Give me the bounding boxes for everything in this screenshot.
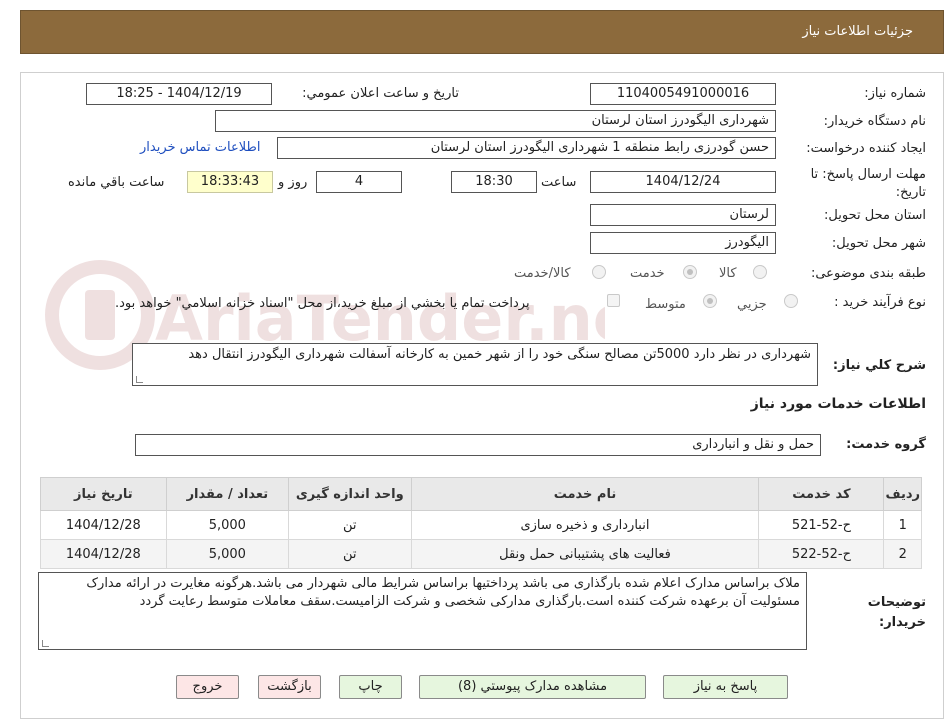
announce-label: تاريخ و ساعت اعلان عمومي:: [302, 86, 459, 101]
process-radio-medium[interactable]: [703, 294, 717, 308]
col-header-name: نام خدمت: [410, 477, 760, 511]
cell-qty: 5,000: [165, 539, 290, 569]
services-section-title: اطلاعات خدمات مورد نياز: [750, 396, 926, 412]
view-attachments-button[interactable]: مشاهده مدارک پيوستي (8): [419, 675, 646, 699]
col-header-unit: واحد اندازه گيری: [288, 477, 412, 511]
cell-code: ح-52-521: [758, 510, 885, 540]
announce-field: 1404/12/19 - 18:25: [86, 83, 272, 105]
col-header-index: رديف: [883, 477, 922, 511]
cell-unit: تن: [288, 510, 412, 540]
exit-button[interactable]: خروج: [176, 675, 239, 699]
table-row: 2 ح-52-522 فعالیت های پشتیبانی حمل ونقل …: [40, 539, 922, 569]
remaining-time-label: ساعت باقي مانده: [68, 175, 165, 190]
deadline-date-field: 1404/12/24: [590, 171, 776, 193]
province-label: استان محل تحويل:: [824, 208, 926, 223]
city-label: شهر محل تحويل:: [831, 236, 926, 251]
services-table: رديف كد خدمت نام خدمت واحد اندازه گيری ت…: [40, 477, 922, 569]
description-textarea[interactable]: شهرداری در نظر دارد 5000تن مصالح سنگی خو…: [132, 343, 818, 386]
table-row: 1 ح-52-521 انبارداری و ذخیره سازی تن 5,0…: [40, 510, 922, 540]
buyer-notes-label: توضيحات خريدار:: [867, 595, 926, 630]
cell-qty: 5,000: [165, 510, 290, 540]
page-title: جزئيات اطلاعات نياز: [802, 24, 913, 39]
cell-date: 1404/12/28: [40, 510, 167, 540]
category-radio-goods-service[interactable]: [592, 265, 606, 279]
reply-button[interactable]: پاسخ به نياز: [663, 675, 788, 699]
remaining-time-field: 18:33:43: [187, 171, 273, 193]
resize-grip-icon[interactable]: [42, 640, 49, 647]
print-button[interactable]: چاپ: [339, 675, 402, 699]
category-option-service: خدمت: [630, 266, 665, 281]
requester-field: حسن گودرزی رابط منطقه 1 شهرداری الیگودرز…: [277, 137, 776, 159]
need-number-label: شماره نياز:: [864, 86, 926, 101]
deadline-time-label: ساعت: [541, 175, 577, 190]
resize-grip-icon[interactable]: [136, 376, 143, 383]
province-field: لرستان: [590, 204, 776, 226]
process-option-medium: متوسط: [645, 297, 686, 312]
cell-code: ح-52-522: [758, 539, 885, 569]
days-label: روز و: [278, 175, 308, 190]
service-group-label: گروه خدمت:: [846, 437, 926, 452]
col-header-date: تاريخ نياز: [40, 477, 167, 511]
buyer-notes-text: ملاک براساس مدارک اعلام شده بارگذاری می …: [86, 576, 800, 609]
cell-index: 2: [883, 539, 922, 569]
table-header-row: رديف كد خدمت نام خدمت واحد اندازه گيری ت…: [40, 477, 922, 511]
description-text: شهرداری در نظر دارد 5000تن مصالح سنگی خو…: [188, 347, 811, 362]
need-number-field: 1104005491000016: [590, 83, 776, 105]
cell-unit: تن: [288, 539, 412, 569]
deadline-time-field: 18:30: [451, 171, 537, 193]
cell-name: انبارداری و ذخیره سازی: [410, 510, 760, 540]
col-header-code: كد خدمت: [758, 477, 885, 511]
buyer-org-field: شهرداری الیگودرز استان لرستان: [215, 110, 776, 132]
deadline-label: مهلت ارسال پاسخ: تا تاريخ:: [810, 167, 926, 200]
process-label: نوع فرآيند خريد :: [834, 295, 926, 310]
description-label: شرح كلي نياز:: [832, 358, 926, 373]
payment-checkbox[interactable]: [607, 294, 620, 307]
cell-date: 1404/12/28: [40, 539, 167, 569]
buyer-contact-link[interactable]: اطلاعات تماس خريدار: [140, 140, 260, 155]
category-option-goods-service: كالا/خدمت: [514, 266, 571, 281]
process-option-minor: جزيي: [737, 297, 767, 312]
cell-name: فعالیت های پشتیبانی حمل ونقل: [410, 539, 760, 569]
requester-label: ايجاد كننده درخواست:: [806, 141, 926, 156]
payment-note: پرداخت تمام يا بخشي از مبلغ خريد،از محل …: [115, 296, 530, 311]
back-button[interactable]: بازگشت: [258, 675, 321, 699]
city-field: الیگودرز: [590, 232, 776, 254]
process-radio-minor[interactable]: [784, 294, 798, 308]
category-radio-service[interactable]: [683, 265, 697, 279]
cell-index: 1: [883, 510, 922, 540]
remaining-days-field: 4: [316, 171, 402, 193]
category-option-goods: كالا: [719, 266, 737, 281]
page-header: جزئيات اطلاعات نياز: [20, 10, 944, 54]
service-group-field: حمل و نقل و انبارداری: [135, 434, 821, 456]
col-header-qty: تعداد / مقدار: [165, 477, 290, 511]
category-label: طبقه بندی موضوعی:: [810, 266, 926, 281]
buyer-notes-textarea[interactable]: ملاک براساس مدارک اعلام شده بارگذاری می …: [38, 572, 807, 650]
buyer-org-label: نام دستگاه خريدار:: [823, 114, 926, 129]
category-radio-goods[interactable]: [753, 265, 767, 279]
